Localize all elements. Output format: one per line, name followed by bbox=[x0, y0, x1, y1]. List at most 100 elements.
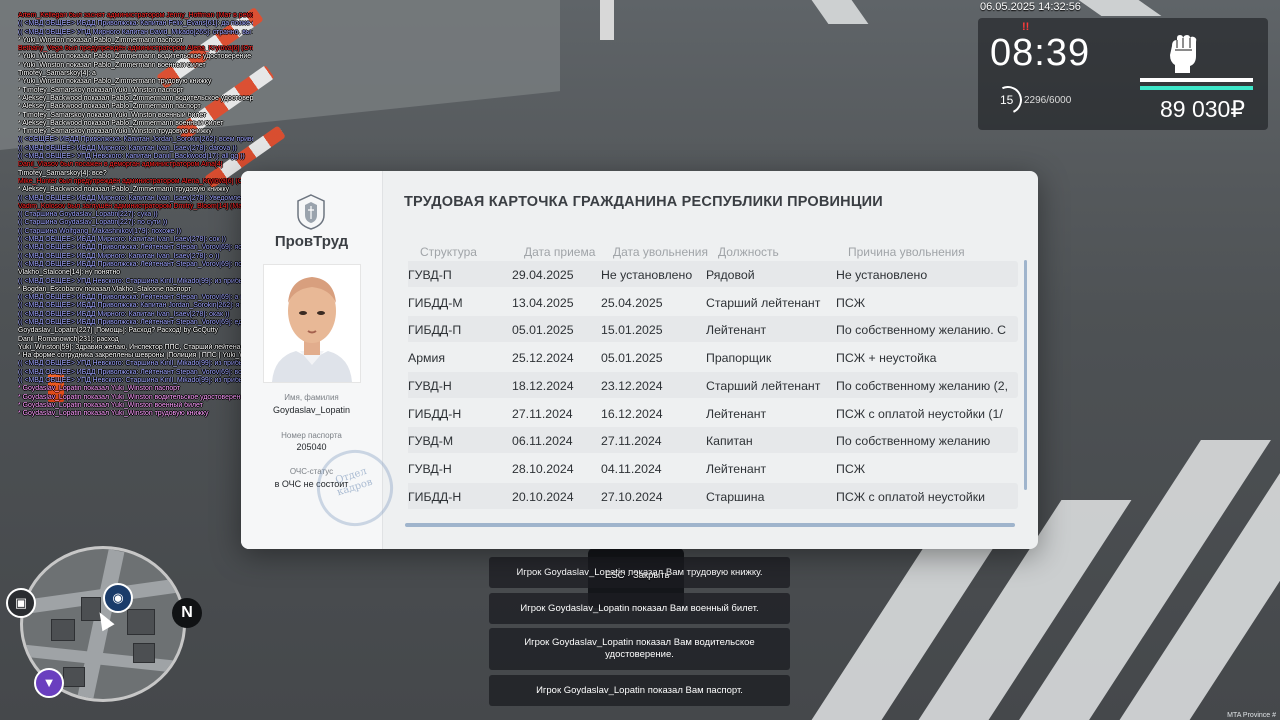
fist-icon bbox=[1170, 35, 1197, 73]
table-cell: ГИБДД-П bbox=[408, 323, 462, 338]
table-cell: 27.11.2024 bbox=[512, 406, 573, 421]
chat-message: (( Старшина Goydaslav_Lopatin[227]: по с… bbox=[18, 219, 168, 227]
table-row: ГИБДД-Н 20.10.2024 27.10.2024 Старшина ПСЖ с… bbox=[408, 482, 1018, 509]
name-value: Goydaslav_Lopatin bbox=[272, 405, 351, 415]
minimap: ◉ ▣ ▼ N bbox=[6, 546, 202, 702]
chat-message: * Timofey_Samarskoy показал Yuki_Winston… bbox=[18, 86, 184, 94]
horizontal-scrollbar[interactable] bbox=[405, 523, 1015, 527]
table-cell: ГУВД-М bbox=[408, 434, 454, 449]
table-cell: Прапорщик bbox=[706, 351, 772, 366]
chat-message: Bethany_Vega был предупреждён администра… bbox=[18, 45, 253, 53]
north-indicator: N bbox=[172, 598, 202, 628]
column-header: Структура bbox=[420, 245, 477, 259]
chat-message: Vadim_Kolosov был заглушён администратор… bbox=[18, 202, 253, 210]
hud-date: 06.05.2025 14:32:56 bbox=[980, 1, 1081, 13]
table-cell: 16.12.2024 bbox=[601, 406, 663, 421]
name-label: Имя, фамилия bbox=[284, 393, 339, 402]
table-cell: Армия bbox=[408, 351, 446, 366]
chat-message: (( Старшина Wolfgang_Makashnikov[179]: п… bbox=[18, 227, 181, 235]
table-cell: 25.04.2025 bbox=[601, 295, 663, 310]
chat-message: * Yuki_Winston показал Pablo_Zimmermann … bbox=[18, 36, 183, 44]
notification-toast: Игрок Goydaslav_Lopatin показал Вам воен… bbox=[489, 593, 790, 624]
hud-clock: 08:39 bbox=[990, 32, 1091, 74]
chat-message: Danil_Romanowich[231]: расход bbox=[18, 335, 119, 343]
chat-log: Artem_Kellegari был заснят администратор… bbox=[18, 12, 253, 419]
chat-message: * Aleksey_Backwood показал Pablo_Zimmerm… bbox=[18, 103, 201, 111]
table-cell: Капитан bbox=[706, 434, 753, 449]
table-cell: 28.10.2024 bbox=[512, 461, 574, 476]
table-cell: По собственному желанию bbox=[836, 434, 991, 449]
vertical-scrollbar[interactable] bbox=[1024, 260, 1027, 490]
chat-message: * Yuki_Winston показал Pablo_Zimmermann … bbox=[18, 78, 212, 86]
table-cell: По собственному желанию. С bbox=[836, 323, 1006, 338]
chat-message: * Timofey_Samarskoy показал Yuki_Winston… bbox=[18, 128, 212, 136]
table-cell: Не установлено bbox=[601, 268, 693, 282]
hud-panel: !! 08:39 15 2296/6000 89 030₽ bbox=[978, 18, 1268, 130]
hud-money: 89 030₽ bbox=[1160, 96, 1245, 122]
table-cell: ПСЖ с оплатой неустойки bbox=[836, 489, 986, 504]
chat-message: Mike_Hunter был предупреждён администрат… bbox=[18, 177, 253, 185]
chat-message: Artem_Kellegari был заснят администратор… bbox=[18, 12, 253, 19]
notification-toast: Игрок Goydaslav_Lopatin показал Вам пасп… bbox=[489, 675, 790, 706]
chat-message: * Goydaslav_Lopatin показал Yuki_Winston… bbox=[18, 385, 180, 393]
table-row: ГУВД-П 29.04.2025 Не установлено Рядовой Не … bbox=[408, 261, 1018, 287]
chat-message: (( <МВД ОБЩЕЕ> УПД Невского: Старшина Ki… bbox=[18, 360, 253, 368]
card-title: ТРУДОВАЯ КАРТОЧКА ГРАЖДАНИНА РЕСПУБЛИКИ … bbox=[404, 194, 883, 210]
chat-message: Timofey_Samarskoy[4]: все? bbox=[18, 169, 107, 177]
emblem-icon bbox=[297, 194, 325, 230]
server-watermark: MTA Province # bbox=[1227, 712, 1276, 719]
chat-message: (( <МВД ОБЩЕЕ> УПД Мирного Капитан David… bbox=[18, 28, 253, 36]
table-cell: Рядовой bbox=[706, 268, 755, 282]
table-cell: 04.11.2024 bbox=[601, 461, 662, 476]
work-card-modal: ПровТруд Имя, фамилия Goydaslav_Lopatin … bbox=[241, 171, 1038, 549]
chat-message: Timofey_Samarskoy[4]: а bbox=[18, 70, 96, 78]
chat-message: * Bogdan_Escobarov показал Vlakho_Stalco… bbox=[18, 285, 192, 293]
table-row: ГИБДД-Н 27.11.2024 16.12.2024 Лейтенант ПСЖ … bbox=[408, 400, 1018, 426]
chat-message: (( <МВД ОБЩЕЕ> ИБДД Приволжска: Лейтенан… bbox=[18, 260, 253, 268]
table-cell: ПСЖ с оплатой неустойки (1/ bbox=[836, 406, 1003, 421]
chat-message: (( <ОБЩЕЕ> ИБДД Приволжска: Капитан Jord… bbox=[18, 136, 253, 144]
curb bbox=[600, 0, 614, 40]
table-cell: Старшина bbox=[706, 489, 765, 504]
column-header: Дата приема bbox=[524, 245, 596, 259]
chat-message: * Goydaslav_Lopatin показал Yuki_Winston… bbox=[18, 410, 209, 418]
chat-message: (( <МВД ОБЩЕЕ> ИБДД Мирного: Капитан Iva… bbox=[18, 310, 230, 318]
citizen-photo bbox=[263, 264, 361, 383]
chat-message: (( <МВД ОБЩЕЕ> ИБДД Мирного: Капитан Iva… bbox=[18, 144, 237, 152]
table-header: Структура Дата приема Дата увольнения До… bbox=[408, 243, 1020, 261]
chat-message: (( <МВД ОБЩЕЕ> УПД Невского: Капитан Dan… bbox=[18, 153, 245, 161]
table-cell: Лейтенант bbox=[706, 406, 767, 421]
table-cell: ПСЖ bbox=[836, 295, 866, 310]
chat-message: Goydaslav_Lopatin[227] [Помощь]: Расход?… bbox=[18, 327, 218, 335]
table-cell: 13.04.2025 bbox=[512, 295, 574, 310]
table-cell: ГИБДД-Н bbox=[408, 489, 462, 504]
job-marker-icon: ▣ bbox=[6, 588, 36, 618]
chat-message: * Yuki_Winston показал Pablo_Zimmermann … bbox=[18, 61, 206, 69]
portrait-image bbox=[264, 265, 360, 382]
table-cell: 06.11.2024 bbox=[512, 434, 573, 449]
close-hint[interactable]: ESC · Закрыть bbox=[605, 570, 670, 581]
chat-message: (( <МВД ОБЩЕЕ> ИБДД Мирного: Капитан Iva… bbox=[18, 236, 226, 244]
table-cell: 29.04.2025 bbox=[512, 268, 574, 282]
chat-message: (( <МВД ОБЩЕЕ> ИБДД Приволжска: Лейтенан… bbox=[18, 294, 253, 302]
table-row: ГУВД-Н 18.12.2024 23.12.2024 Старший лейтен… bbox=[408, 371, 1018, 398]
table-cell: ГУВД-Н bbox=[408, 378, 452, 393]
chat-message: (( <МВД ОБЩЕЕ> ИБДД Мирного: Капитан Iva… bbox=[18, 252, 220, 260]
table-cell: Лейтенант bbox=[706, 323, 767, 338]
table-cell: ГИБДД-М bbox=[408, 295, 463, 310]
column-header: Должность bbox=[718, 245, 779, 259]
table-cell: 18.12.2024 bbox=[512, 378, 574, 393]
table-row: ГУВД-М 06.11.2024 27.11.2024 Капитан По собс… bbox=[408, 427, 1018, 454]
employment-table[interactable]: Структура Дата приема Дата увольнения До… bbox=[408, 239, 1020, 519]
chat-message: (( <МВД ОБЩЕЕ> УПД Невского: Старшина Ki… bbox=[18, 277, 253, 285]
table-cell: 25.12.2024 bbox=[512, 351, 574, 366]
chat-message: * На форме сотрудника закреплены шевроны… bbox=[18, 352, 253, 360]
table-cell: 27.11.2024 bbox=[601, 434, 662, 449]
chat-message: * Goydaslav_Lopatin показал Yuki_Winston… bbox=[18, 393, 249, 401]
minimap-building bbox=[51, 619, 75, 641]
table-cell: Лейтенант bbox=[706, 461, 767, 476]
table-cell: По собственному желанию (2, bbox=[836, 378, 1008, 393]
chat-message: * Aleksey_Backwood показал Pablo_Zimmerm… bbox=[18, 94, 253, 102]
table-row: ГИБДД-П 05.01.2025 15.01.2025 Лейтенант По с… bbox=[408, 316, 1018, 343]
table-cell: Старший лейтенант bbox=[706, 295, 821, 310]
